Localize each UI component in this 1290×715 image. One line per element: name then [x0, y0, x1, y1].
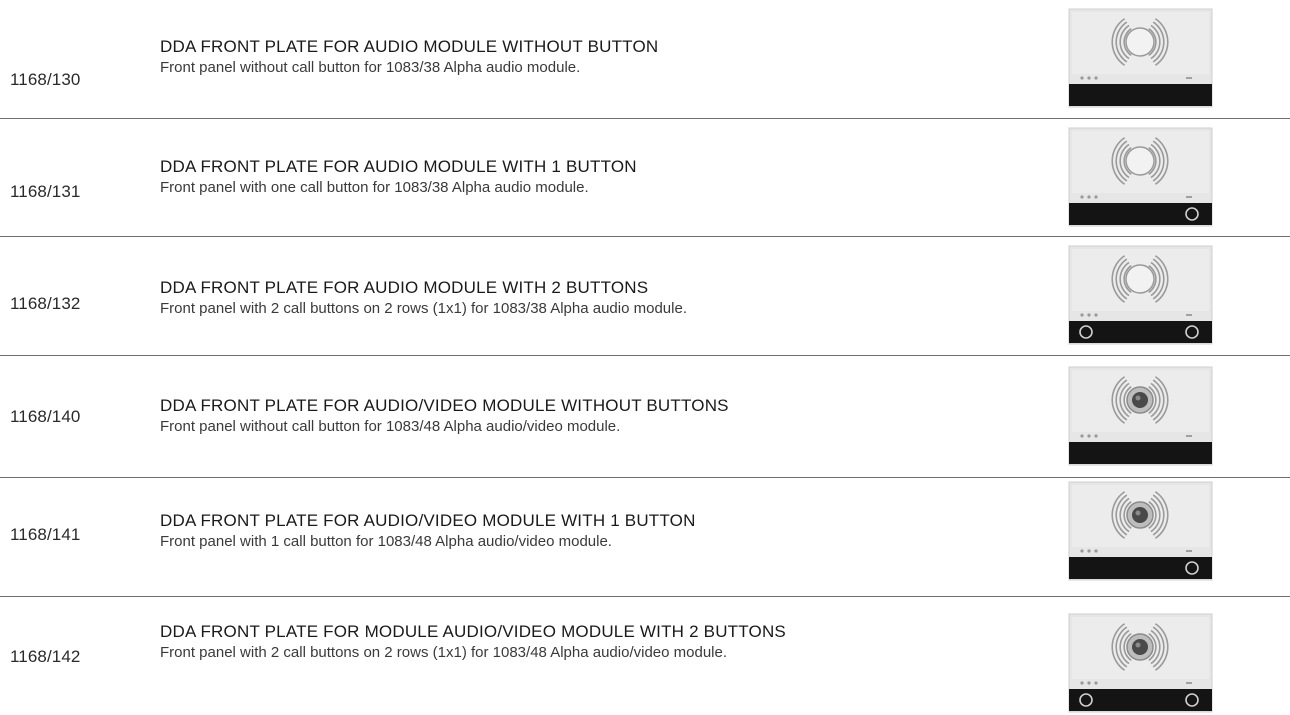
status-led	[1094, 681, 1098, 685]
status-led	[1087, 76, 1091, 80]
status-led	[1094, 549, 1098, 553]
camera-lens	[1132, 639, 1148, 655]
speaker-center	[1125, 27, 1155, 57]
product-code: 1168/130	[10, 70, 81, 89]
product-code: 1168/140	[10, 407, 81, 426]
status-led	[1094, 313, 1098, 317]
status-mark	[1186, 77, 1192, 79]
product-text: DDA FRONT PLATE FOR AUDIO/VIDEO MODULE W…	[160, 511, 940, 552]
status-led	[1087, 549, 1091, 553]
product-row: 1168/131 DDA FRONT PLATE FOR AUDIO MODUL…	[0, 119, 1290, 237]
product-code: 1168/131	[10, 182, 81, 201]
front-plate-illustration	[1068, 245, 1213, 345]
status-led	[1080, 681, 1084, 685]
product-description: Front panel without call button for 1083…	[160, 59, 581, 76]
product-text: DDA FRONT PLATE FOR AUDIO MODULE WITHOUT…	[160, 37, 940, 78]
product-title: DDA FRONT PLATE FOR AUDIO MODULE WITH 1 …	[160, 157, 637, 176]
status-mark	[1186, 196, 1192, 198]
lens-glint	[1135, 642, 1141, 648]
nameplate-strip	[1069, 442, 1212, 464]
product-image	[1068, 366, 1213, 466]
nameplate-strip	[1069, 557, 1212, 579]
nameplate-strip	[1069, 689, 1212, 711]
lens-glint	[1135, 395, 1141, 401]
nameplate-strip	[1069, 321, 1212, 343]
status-led	[1080, 76, 1084, 80]
product-image	[1068, 127, 1213, 227]
product-title: DDA FRONT PLATE FOR AUDIO/VIDEO MODULE W…	[160, 396, 729, 415]
product-row: 1168/132 DDA FRONT PLATE FOR AUDIO MODUL…	[0, 237, 1290, 355]
status-led	[1094, 76, 1098, 80]
product-text: DDA FRONT PLATE FOR AUDIO/VIDEO MODULE W…	[160, 396, 940, 437]
nameplate-strip	[1069, 203, 1212, 225]
product-title: DDA FRONT PLATE FOR AUDIO MODULE WITHOUT…	[160, 37, 659, 56]
product-text: DDA FRONT PLATE FOR MODULE AUDIO/VIDEO M…	[160, 622, 940, 663]
front-plate-illustration	[1068, 8, 1213, 108]
status-led	[1080, 195, 1084, 199]
status-led	[1094, 195, 1098, 199]
product-image	[1068, 245, 1213, 345]
status-led	[1080, 313, 1084, 317]
product-title: DDA FRONT PLATE FOR MODULE AUDIO/VIDEO M…	[160, 622, 786, 641]
front-plate-illustration	[1068, 481, 1213, 581]
product-row: 1168/141 DDA FRONT PLATE FOR AUDIO/VIDEO…	[0, 478, 1290, 596]
status-led	[1080, 434, 1084, 438]
camera-lens	[1132, 507, 1148, 523]
product-row: 1168/130 DDA FRONT PLATE FOR AUDIO MODUL…	[0, 0, 1290, 118]
product-code: 1168/132	[10, 294, 81, 313]
nameplate-strip	[1069, 84, 1212, 106]
product-code: 1168/142	[10, 647, 81, 666]
product-description: Front panel with 2 call buttons on 2 row…	[160, 644, 728, 661]
speaker-center	[1125, 146, 1155, 176]
product-description: Front panel with 2 call buttons on 2 row…	[160, 300, 687, 317]
status-led	[1087, 681, 1091, 685]
status-led	[1087, 195, 1091, 199]
product-code: 1168/141	[10, 525, 81, 544]
product-image	[1068, 8, 1213, 108]
status-mark	[1186, 435, 1192, 437]
status-led	[1087, 313, 1091, 317]
product-row: 1168/140 DDA FRONT PLATE FOR AUDIO/VIDEO…	[0, 356, 1290, 474]
product-image	[1068, 481, 1213, 581]
product-description: Front panel without call button for 1083…	[160, 418, 621, 435]
status-led	[1094, 434, 1098, 438]
front-plate-illustration	[1068, 127, 1213, 227]
product-row: 1168/142 DDA FRONT PLATE FOR MODULE AUDI…	[0, 597, 1290, 715]
lens-glint	[1135, 510, 1141, 516]
front-plate-illustration	[1068, 613, 1213, 713]
front-plate-illustration	[1068, 366, 1213, 466]
product-image	[1068, 613, 1213, 713]
product-title: DDA FRONT PLATE FOR AUDIO/VIDEO MODULE W…	[160, 511, 696, 530]
status-led	[1087, 434, 1091, 438]
status-mark	[1186, 314, 1192, 316]
product-catalog-table: 1168/130 DDA FRONT PLATE FOR AUDIO MODUL…	[0, 0, 1290, 715]
status-mark	[1186, 550, 1192, 552]
speaker-center	[1125, 264, 1155, 294]
product-title: DDA FRONT PLATE FOR AUDIO MODULE WITH 2 …	[160, 278, 649, 297]
product-description: Front panel with 1 call button for 1083/…	[160, 533, 612, 550]
camera-lens	[1132, 392, 1148, 408]
status-led	[1080, 549, 1084, 553]
product-text: DDA FRONT PLATE FOR AUDIO MODULE WITH 1 …	[160, 157, 940, 198]
product-text: DDA FRONT PLATE FOR AUDIO MODULE WITH 2 …	[160, 278, 940, 319]
status-mark	[1186, 682, 1192, 684]
product-description: Front panel with one call button for 108…	[160, 179, 589, 196]
